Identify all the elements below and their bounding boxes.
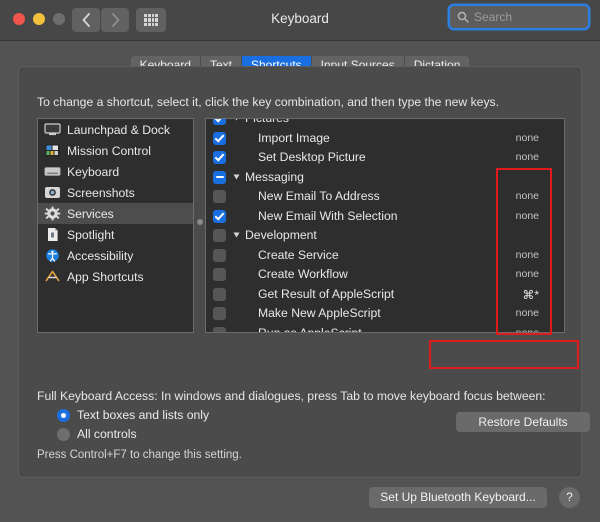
search-icon	[457, 11, 469, 23]
chevron-down-icon[interactable]	[233, 174, 240, 179]
app-shortcuts-icon	[44, 269, 61, 284]
row-checkbox[interactable]	[213, 190, 226, 203]
table-row[interactable]: Create Workflow none	[206, 265, 564, 285]
radio-button[interactable]	[57, 427, 70, 441]
table-row[interactable]: New Email To Address none	[206, 187, 564, 207]
row-label: New Email With Selection	[258, 208, 398, 223]
row-label: Import Image	[258, 130, 330, 145]
row-label: Pictures	[245, 118, 290, 125]
row-label: Create Workflow	[258, 267, 348, 281]
display-icon	[44, 122, 61, 137]
document-icon	[44, 227, 61, 242]
row-shortcut[interactable]: none	[516, 190, 539, 202]
row-label: Make New AppleScript	[258, 306, 381, 320]
radio-button[interactable]	[57, 408, 70, 422]
shortcut-categories-list[interactable]: Launchpad & Dock Mission Control Keyboar…	[37, 118, 194, 333]
set-up-bluetooth-keyboard-button[interactable]: Set Up Bluetooth Keyboard...	[369, 487, 547, 508]
chevron-down-icon[interactable]	[233, 232, 240, 238]
row-checkbox[interactable]	[213, 131, 226, 145]
sidebar-item-launchpad-and-dock[interactable]: Launchpad & Dock	[38, 119, 193, 140]
sidebar-item-services[interactable]: Services	[38, 203, 193, 224]
table-scrollbar[interactable]	[557, 119, 561, 332]
row-label: Development	[245, 228, 317, 242]
row-label: Messaging	[245, 169, 304, 184]
accessibility-icon	[44, 248, 61, 263]
instruction-text: To change a shortcut, select it, click t…	[37, 95, 500, 109]
table-row[interactable]: Development	[206, 226, 564, 246]
row-checkbox[interactable]	[213, 119, 226, 125]
radio-label: Text boxes and lists only	[77, 408, 210, 422]
row-shortcut[interactable]: none	[516, 307, 539, 319]
table-row[interactable]: Get Result of AppleScript ⌘*	[206, 285, 564, 305]
sidebar-item-label: Spotlight	[67, 227, 115, 242]
keyboard-icon	[44, 164, 61, 179]
camera-icon	[44, 185, 61, 200]
sidebar-item-label: Mission Control	[67, 143, 151, 158]
row-shortcut[interactable]: none	[516, 249, 539, 261]
table-row[interactable]: Pictures	[206, 118, 564, 129]
radio-label: All controls	[77, 427, 137, 441]
table-row[interactable]: Set Desktop Picture none	[206, 148, 564, 168]
chevron-down-icon[interactable]	[233, 119, 240, 121]
row-label: Run as AppleScript	[258, 325, 362, 333]
sidebar-item-screenshots[interactable]: Screenshots	[38, 182, 193, 203]
sidebar-item-label: Launchpad & Dock	[67, 122, 170, 137]
row-label: Get Result of AppleScript	[258, 286, 395, 301]
search-input[interactable]	[474, 6, 584, 28]
row-shortcut[interactable]: ⌘*	[522, 288, 539, 302]
row-label: New Email To Address	[258, 189, 380, 203]
sidebar-item-label: Accessibility	[67, 248, 134, 263]
restore-defaults-button[interactable]: Restore Defaults	[456, 412, 590, 432]
row-checkbox[interactable]	[213, 307, 226, 320]
row-checkbox[interactable]	[213, 151, 226, 164]
sidebar-item-label: Screenshots	[67, 185, 135, 200]
search-field[interactable]	[450, 6, 588, 28]
full-keyboard-access-hint: Press Control+F7 to change this setting.	[37, 449, 242, 461]
sidebar-item-spotlight[interactable]: Spotlight	[38, 224, 193, 245]
radio-all-controls[interactable]: All controls	[57, 427, 137, 441]
row-shortcut[interactable]: none	[516, 132, 539, 144]
row-checkbox[interactable]	[213, 326, 226, 332]
row-checkbox[interactable]	[213, 268, 226, 281]
row-shortcut[interactable]: none	[516, 151, 539, 163]
row-checkbox[interactable]	[213, 229, 226, 242]
table-row[interactable]: Run as AppleScript none	[206, 324, 564, 333]
mission-control-icon	[44, 143, 61, 158]
sidebar-item-label: Keyboard	[67, 164, 120, 179]
row-checkbox[interactable]	[213, 287, 226, 301]
sidebar-item-keyboard[interactable]: Keyboard	[38, 161, 193, 182]
row-checkbox[interactable]	[213, 209, 226, 223]
sidebar-item-label: App Shortcuts	[67, 269, 144, 284]
sidebar-item-mission-control[interactable]: Mission Control	[38, 140, 193, 161]
table-row[interactable]: Create Service none	[206, 246, 564, 266]
row-shortcut[interactable]: none	[516, 327, 539, 333]
sidebar-item-accessibility[interactable]: Accessibility	[38, 245, 193, 266]
gear-icon	[44, 206, 61, 221]
sidebar-item-label: Services	[67, 206, 114, 221]
table-row[interactable]: Messaging	[206, 168, 564, 188]
row-shortcut[interactable]: none	[516, 268, 539, 280]
sidebar-item-app-shortcuts[interactable]: App Shortcuts	[38, 266, 193, 287]
window-titlebar: Keyboard	[0, 0, 600, 41]
shortcuts-panel: To change a shortcut, select it, click t…	[18, 66, 590, 478]
table-row[interactable]: Make New AppleScript none	[206, 304, 564, 324]
keyboard-preferences-window: Keyboard KeyboardTextShortcutsInput Sour…	[0, 0, 600, 522]
row-checkbox[interactable]	[213, 170, 226, 184]
row-label: Create Service	[258, 247, 339, 262]
shortcuts-table[interactable]: Pictures Import Image none Set Desktop P…	[205, 118, 565, 333]
row-shortcut[interactable]: none	[516, 210, 539, 222]
full-keyboard-access-description: Full Keyboard Access: In windows and dia…	[37, 389, 546, 403]
row-label: Set Desktop Picture	[258, 150, 366, 164]
help-button[interactable]: ?	[559, 487, 580, 508]
radio-text-boxes-and-lists-only[interactable]: Text boxes and lists only	[57, 408, 209, 422]
table-row[interactable]: New Email With Selection none	[206, 207, 564, 227]
table-row[interactable]: Import Image none	[206, 129, 564, 149]
sidebar-resize-knob[interactable]	[197, 219, 203, 225]
row-checkbox[interactable]	[213, 248, 226, 262]
